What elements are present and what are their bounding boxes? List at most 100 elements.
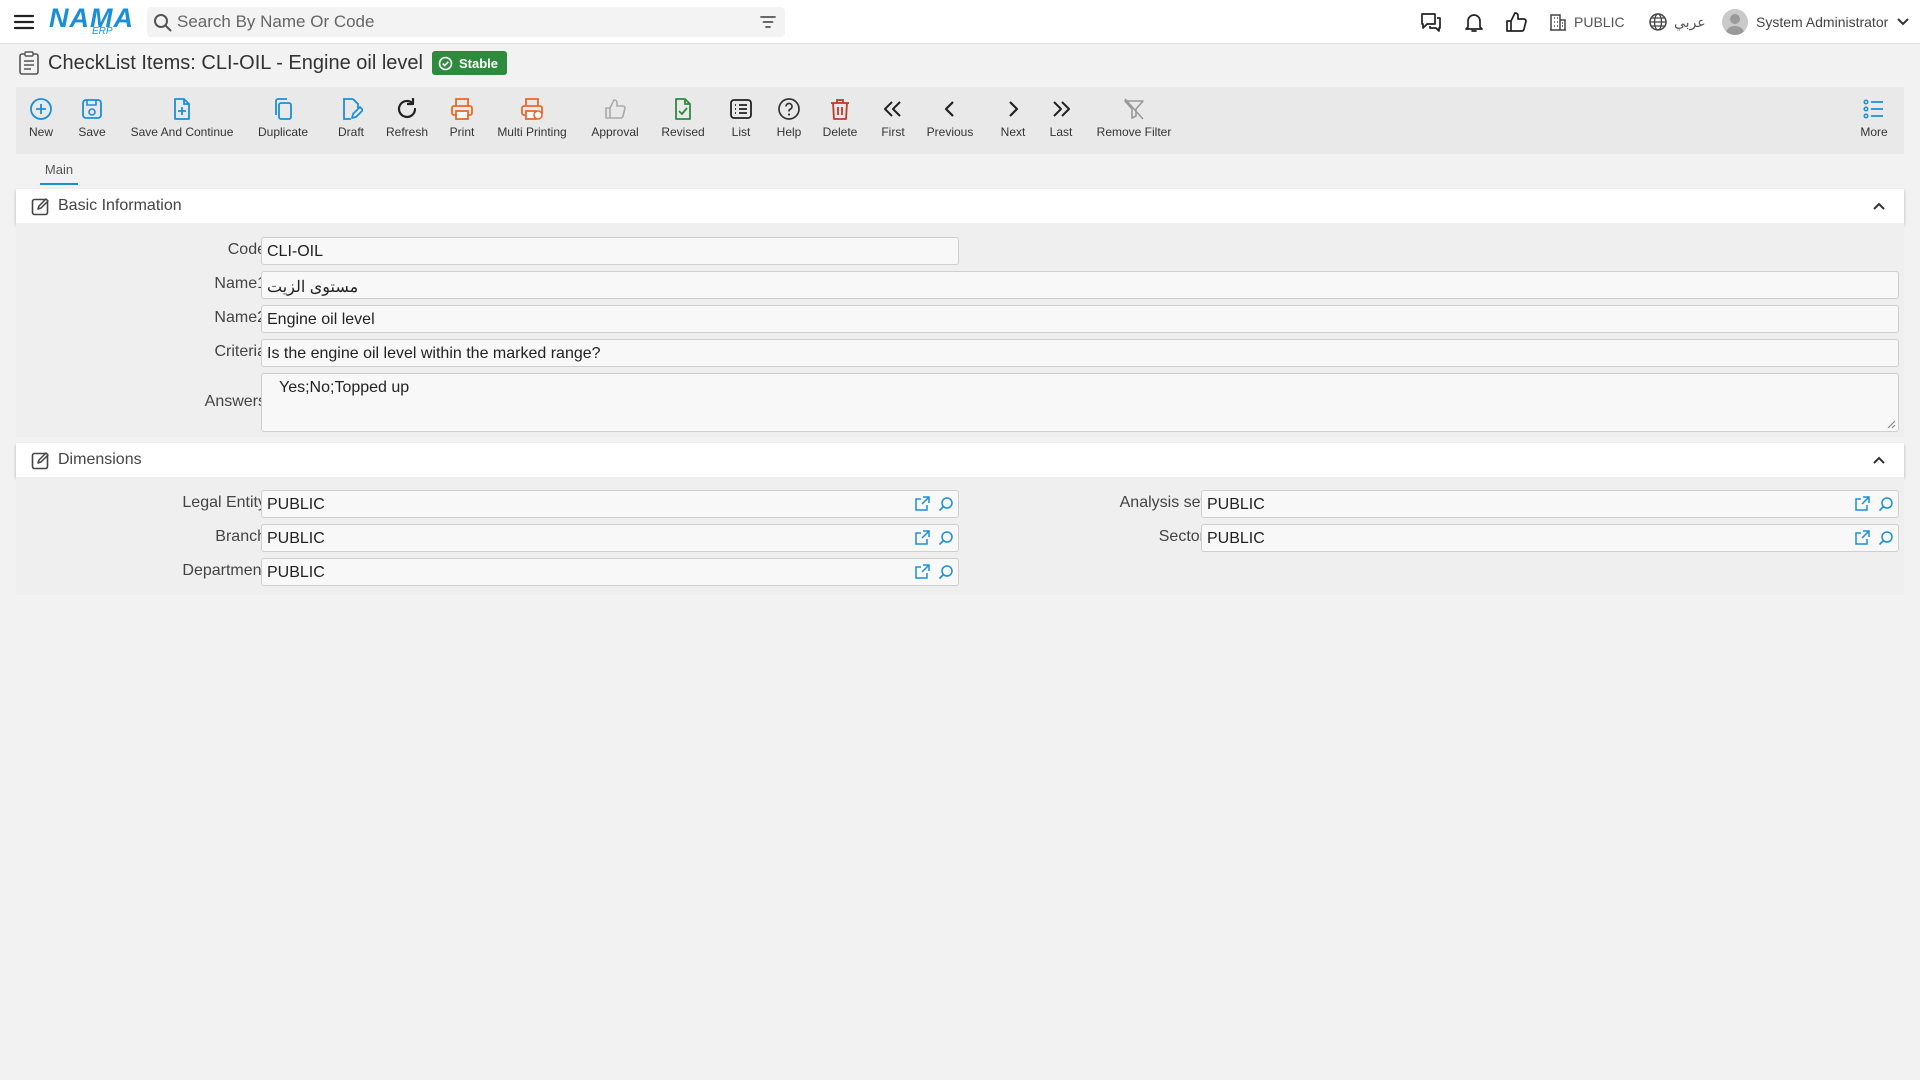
file-check-icon — [671, 97, 695, 121]
logo-sub-text: ERP — [92, 26, 113, 37]
next-button[interactable]: Next — [998, 87, 1028, 154]
draft-icon — [339, 97, 363, 121]
chevron-up-icon[interactable] — [1872, 453, 1886, 467]
sector-field[interactable]: PUBLIC — [1201, 524, 1899, 552]
notification-bell-icon[interactable] — [1462, 10, 1486, 34]
tab-main[interactable]: Main — [40, 162, 78, 185]
approval-thumbs-up-icon — [603, 97, 627, 121]
lookup-search-icon[interactable] — [1878, 496, 1894, 512]
save-button[interactable]: Save — [77, 87, 107, 154]
resize-handle-icon[interactable] — [1886, 419, 1896, 429]
list-button[interactable]: List — [726, 87, 756, 154]
department-field[interactable]: PUBLIC — [261, 558, 959, 586]
remove-filter-label: Remove Filter — [1096, 125, 1172, 139]
new-label: New — [28, 125, 53, 139]
help-label: Help — [776, 125, 802, 139]
analysis-set-label: Analysis set — [1119, 494, 1205, 511]
external-link-icon[interactable] — [1854, 496, 1870, 512]
last-button[interactable]: Last — [1046, 87, 1076, 154]
lookup-search-icon[interactable] — [1878, 530, 1894, 546]
branch-label: Branch — [215, 528, 266, 545]
save-and-continue-label: Save And Continue — [130, 125, 234, 139]
check-circle-icon — [438, 56, 453, 70]
department-value: PUBLIC — [267, 564, 325, 581]
new-button[interactable]: New — [26, 87, 56, 154]
external-link-icon[interactable] — [1854, 530, 1870, 546]
list-icon — [729, 97, 753, 121]
name1-field[interactable]: مستوى الزيت — [261, 271, 1899, 299]
criteria-field[interactable]: Is the engine oil level within the marke… — [261, 339, 1899, 367]
edit-icon — [31, 451, 50, 470]
delete-button[interactable]: Delete — [820, 87, 860, 154]
legal-entity-field[interactable]: PUBLIC — [261, 490, 959, 518]
approval-button[interactable]: Approval — [590, 87, 640, 154]
revised-button[interactable]: Revised — [659, 87, 707, 154]
external-link-icon[interactable] — [914, 564, 930, 580]
search-input[interactable] — [177, 7, 737, 37]
chevrons-right-icon — [1049, 97, 1073, 121]
next-label: Next — [1000, 125, 1026, 139]
logo[interactable]: NAMA ERP — [49, 2, 133, 40]
previous-button[interactable]: Previous — [926, 87, 974, 154]
analysis-set-field[interactable]: PUBLIC — [1201, 490, 1899, 518]
basic-information-header[interactable]: Basic Information — [16, 189, 1904, 223]
last-label: Last — [1049, 125, 1073, 139]
refresh-button[interactable]: Refresh — [382, 87, 432, 154]
user-menu[interactable]: System Administrator — [1722, 6, 1910, 38]
chevron-up-icon[interactable] — [1872, 199, 1886, 213]
lookup-search-icon[interactable] — [938, 564, 954, 580]
name1-label: Name1 — [214, 275, 266, 292]
language-label: عربي — [1674, 13, 1706, 30]
status-badge: Stable — [431, 51, 507, 75]
remove-filter-button[interactable]: Remove Filter — [1094, 87, 1174, 154]
filter-icon[interactable] — [759, 13, 777, 31]
help-button[interactable]: Help — [774, 87, 804, 154]
company-label: PUBLIC — [1574, 14, 1625, 30]
name1-value: مستوى الزيت — [267, 279, 359, 296]
lookup-search-icon[interactable] — [938, 530, 954, 546]
hamburger-menu-icon[interactable] — [12, 10, 36, 34]
trash-icon — [828, 97, 852, 121]
external-link-icon[interactable] — [914, 530, 930, 546]
multi-printing-label: Multi Printing — [497, 125, 567, 139]
edit-icon — [31, 197, 50, 216]
print-button[interactable]: Print — [445, 87, 479, 154]
print-label: Print — [449, 125, 475, 139]
thumbs-up-icon[interactable] — [1504, 10, 1528, 34]
duplicate-button[interactable]: Duplicate — [256, 87, 310, 154]
branch-field[interactable]: PUBLIC — [261, 524, 959, 552]
top-bar: NAMA ERP PUBLIC عربي System Administ — [0, 0, 1920, 44]
multi-printing-button[interactable]: Multi Printing — [494, 87, 570, 154]
basic-information-title: Basic Information — [58, 197, 182, 214]
help-icon — [777, 97, 801, 121]
delete-label: Delete — [822, 125, 858, 139]
save-label: Save — [78, 125, 106, 139]
save-and-continue-button[interactable]: Save And Continue — [129, 87, 235, 154]
more-button[interactable]: More — [1858, 87, 1890, 154]
dimensions-header[interactable]: Dimensions — [16, 443, 1904, 477]
plus-circle-icon — [29, 97, 53, 121]
language-selector[interactable]: عربي — [1648, 10, 1706, 34]
name2-label: Name2 — [214, 309, 266, 326]
status-text: Stable — [458, 55, 498, 71]
answers-textarea[interactable]: Yes;No;Topped up — [261, 373, 1899, 432]
company-selector[interactable]: PUBLIC — [1548, 10, 1625, 34]
chevron-down-icon — [1896, 15, 1910, 29]
chat-icon[interactable] — [1419, 10, 1443, 34]
previous-label: Previous — [926, 125, 974, 139]
printer-icon — [450, 97, 474, 121]
code-field[interactable]: CLI-OIL — [261, 237, 959, 265]
external-link-icon[interactable] — [914, 496, 930, 512]
name2-field[interactable]: Engine oil level — [261, 305, 1899, 333]
dimensions-title: Dimensions — [58, 451, 142, 468]
draft-button[interactable]: Draft — [331, 87, 371, 154]
avatar — [1722, 9, 1748, 35]
sector-value: PUBLIC — [1207, 530, 1265, 547]
lookup-search-icon[interactable] — [938, 496, 954, 512]
legal-entity-label: Legal Entity — [182, 494, 266, 511]
search-box — [147, 7, 785, 37]
duplicate-label: Duplicate — [257, 125, 309, 139]
user-name: System Administrator — [1756, 14, 1889, 30]
first-button[interactable]: First — [878, 87, 908, 154]
analysis-set-value: PUBLIC — [1207, 496, 1265, 513]
